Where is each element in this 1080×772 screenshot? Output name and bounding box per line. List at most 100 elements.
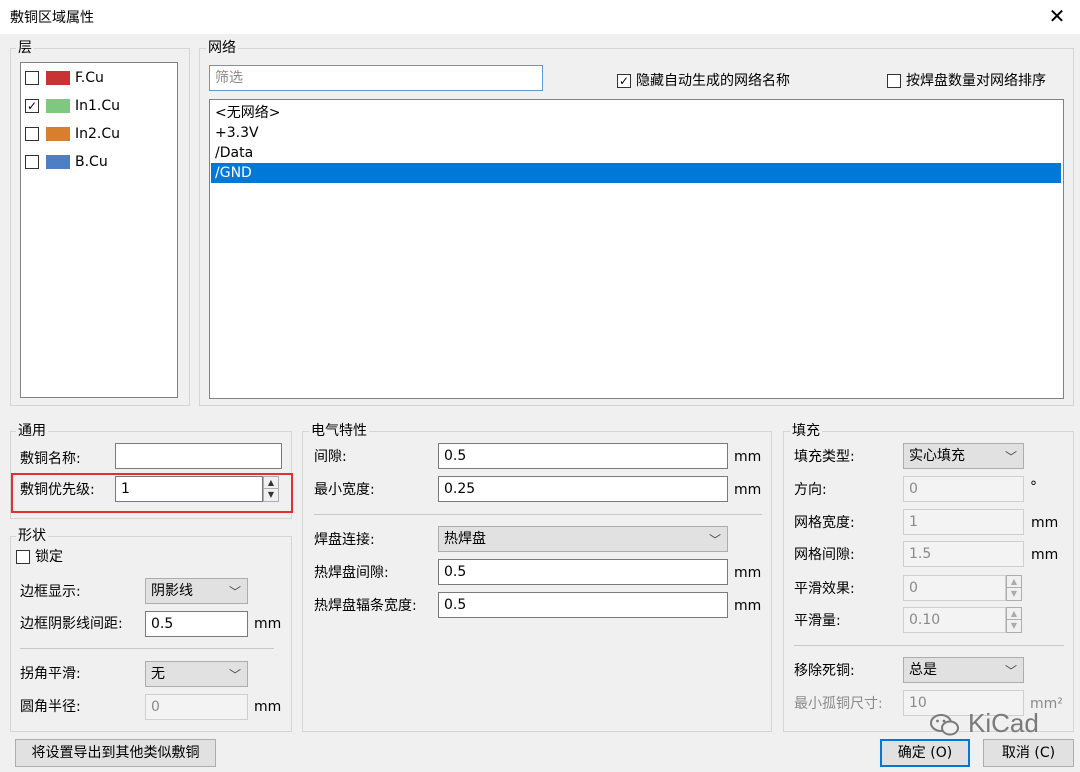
net-list-item-selected[interactable]: /GND xyxy=(211,163,1061,183)
fill-type-value: 实心填充 xyxy=(909,448,965,464)
fillet-radius-unit: mm xyxy=(254,699,282,715)
nets-group-label: 网络 xyxy=(206,40,238,56)
spin-up-icon[interactable]: ▲ xyxy=(264,477,278,489)
chevron-down-icon: ﹀ xyxy=(708,533,721,547)
spin-down-icon: ▼ xyxy=(1010,621,1018,630)
layer-color-swatch xyxy=(46,155,70,169)
hatch-gap-input: 1.5 xyxy=(903,541,1024,567)
orientation-unit: ° xyxy=(1030,479,1037,495)
spin-up-icon: ▲ xyxy=(1007,608,1021,620)
layers-group-label: 层 xyxy=(16,40,34,56)
net-list: <无网络> +3.3V /Data /GND xyxy=(209,99,1064,399)
net-list-item[interactable]: +3.3V xyxy=(211,123,1061,143)
layer-checkbox[interactable] xyxy=(25,71,39,85)
layer-checkbox[interactable] xyxy=(25,155,39,169)
remove-islands-value: 总是 xyxy=(909,662,937,678)
outline-display-select[interactable]: 阴影线 ﹀ xyxy=(145,578,248,604)
corner-smoothing-value: 无 xyxy=(151,666,165,682)
lock-label: 锁定 xyxy=(35,549,63,565)
layer-label: In1.Cu xyxy=(75,98,121,114)
export-settings-button[interactable]: 将设置导出到其他类似敷铜 xyxy=(15,739,216,767)
min-island-label: 最小孤铜尺寸: xyxy=(794,696,883,712)
general-group-label: 通用 xyxy=(16,423,48,439)
min-width-label: 最小宽度: xyxy=(314,482,375,498)
window-title: 敷铜区域属性 xyxy=(10,10,94,26)
electrical-group-label: 电气特性 xyxy=(309,423,369,439)
layer-checkbox[interactable]: ✓ xyxy=(25,99,39,113)
lock-checkbox[interactable] xyxy=(16,550,30,564)
net-list-item[interactable]: /Data xyxy=(211,143,1061,163)
ok-button[interactable]: 确定 (O) xyxy=(880,739,970,767)
zone-priority-label: 敷铜优先级: xyxy=(20,482,95,498)
smoothing-effort-spinner: ▲ ▼ xyxy=(1006,575,1022,601)
clearance-input[interactable]: 0.5 xyxy=(438,443,728,469)
watermark: KiCad xyxy=(930,707,1050,741)
smoothing-effort-label: 平滑效果: xyxy=(794,581,855,597)
spoke-width-unit: mm xyxy=(734,598,762,614)
pad-connection-label: 焊盘连接: xyxy=(314,532,375,548)
clearance-unit: mm xyxy=(734,449,762,465)
layer-color-swatch xyxy=(46,71,70,85)
zone-name-input[interactable] xyxy=(115,443,282,469)
shape-group-label: 形状 xyxy=(16,528,48,544)
spin-down-icon: ▼ xyxy=(1010,589,1018,598)
fillet-radius-label: 圆角半径: xyxy=(20,699,81,715)
layer-label: F.Cu xyxy=(75,70,104,86)
spin-down-icon[interactable]: ▼ xyxy=(264,489,278,501)
spoke-width-input[interactable]: 0.5 xyxy=(438,592,728,618)
orientation-label: 方向: xyxy=(794,482,827,498)
zone-priority-input[interactable]: 1 xyxy=(115,476,263,502)
chevron-down-icon: ﹀ xyxy=(228,585,241,599)
shape-separator xyxy=(20,648,274,649)
sort-by-pads-label: 按焊盘数量对网络排序 xyxy=(906,73,1046,89)
pad-connection-select[interactable]: 热焊盘 ﹀ xyxy=(438,526,728,552)
sort-by-pads-checkbox[interactable] xyxy=(887,74,901,88)
thermal-gap-input[interactable]: 0.5 xyxy=(438,559,728,585)
layer-list: F.Cu ✓ In1.Cu In2.Cu B.Cu xyxy=(20,62,178,398)
hide-auto-nets-label: 隐藏自动生成的网络名称 xyxy=(636,73,790,89)
cancel-button[interactable]: 取消 (C) xyxy=(983,739,1074,767)
hatch-gap-unit: mm xyxy=(1031,547,1059,563)
layer-color-swatch xyxy=(46,127,70,141)
watermark-text: KiCad xyxy=(968,708,1039,738)
spin-up-icon: ▲ xyxy=(1007,576,1021,588)
corner-smoothing-label: 拐角平滑: xyxy=(20,666,81,682)
smoothing-amount-label: 平滑量: xyxy=(794,613,841,629)
fill-separator xyxy=(794,645,1064,646)
hatch-pitch-input[interactable]: 0.5 xyxy=(145,611,248,637)
min-width-input[interactable]: 0.25 xyxy=(438,476,728,502)
smoothing-effort-input: 0 xyxy=(903,575,1006,601)
zone-priority-spinner[interactable]: ▲ ▼ xyxy=(263,476,279,502)
layer-checkbox[interactable] xyxy=(25,127,39,141)
outline-display-label: 边框显示: xyxy=(20,584,81,600)
smoothing-amount-input: 0.10 xyxy=(903,607,1006,633)
layer-label: B.Cu xyxy=(75,154,108,170)
fillet-radius-input: 0 xyxy=(145,694,248,720)
remove-islands-select[interactable]: 总是 ﹀ xyxy=(903,657,1024,683)
smoothing-amount-spinner: ▲ ▼ xyxy=(1006,607,1022,633)
thermal-gap-label: 热焊盘间隙: xyxy=(314,565,389,581)
hide-auto-nets-checkbox[interactable]: ✓ xyxy=(617,74,631,88)
close-icon[interactable]: ✕ xyxy=(1044,2,1070,30)
hatch-width-input: 1 xyxy=(903,509,1024,535)
electrical-separator xyxy=(314,514,762,515)
chevron-down-icon: ﹀ xyxy=(1004,664,1017,678)
net-filter-input[interactable]: 筛选 xyxy=(209,65,543,91)
thermal-gap-unit: mm xyxy=(734,565,762,581)
hatch-width-unit: mm xyxy=(1031,515,1059,531)
min-width-unit: mm xyxy=(734,482,762,498)
wechat-icon xyxy=(930,714,959,736)
hatch-pitch-unit: mm xyxy=(254,616,282,632)
clearance-label: 间隙: xyxy=(314,449,347,465)
corner-smoothing-select[interactable]: 无 ﹀ xyxy=(145,661,248,687)
remove-islands-label: 移除死铜: xyxy=(794,663,855,679)
net-filter-placeholder: 筛选 xyxy=(215,70,243,86)
outline-display-value: 阴影线 xyxy=(151,583,193,599)
title-bar xyxy=(0,0,1080,34)
fill-type-select[interactable]: 实心填充 ﹀ xyxy=(903,443,1024,469)
hatch-pitch-label: 边框阴影线间距: xyxy=(20,616,123,632)
layer-color-swatch xyxy=(46,99,70,113)
chevron-down-icon: ﹀ xyxy=(228,668,241,682)
chevron-down-icon: ﹀ xyxy=(1004,450,1017,464)
net-list-item[interactable]: <无网络> xyxy=(211,103,1061,123)
